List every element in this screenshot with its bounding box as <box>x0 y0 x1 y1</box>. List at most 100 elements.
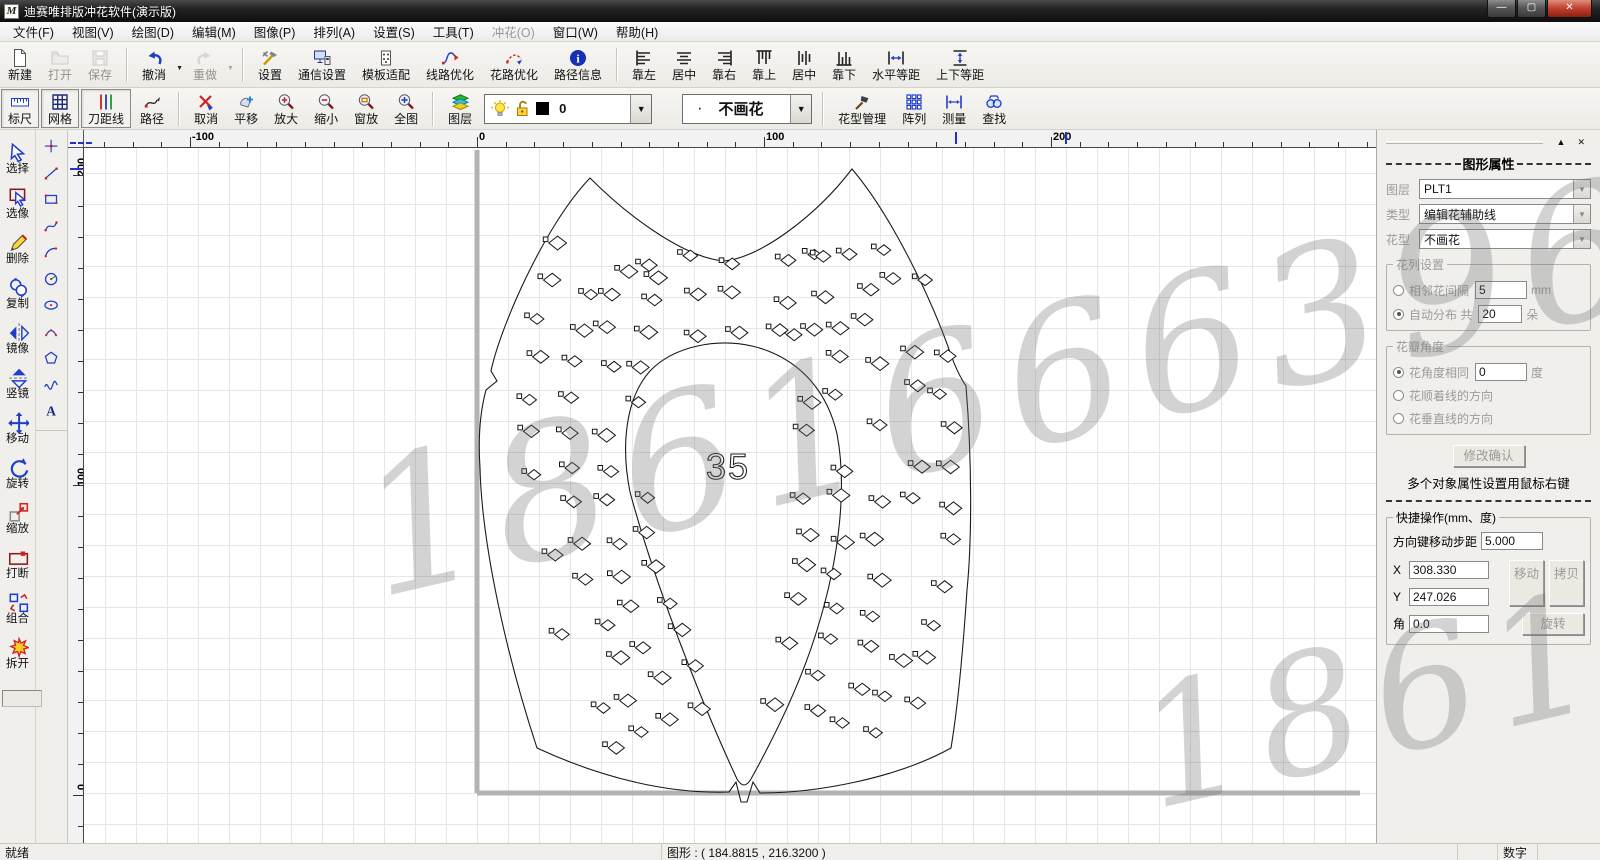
scale-tool[interactable]: 缩放 <box>0 496 35 541</box>
draw-point-tool[interactable] <box>36 134 67 161</box>
align-hcenter-button[interactable]: 居中 <box>665 45 703 84</box>
route-opt-button[interactable]: 线路优化 <box>419 45 481 84</box>
chevron-down-icon[interactable]: ▼ <box>630 95 651 123</box>
zoom-window-button[interactable]: 窗放 <box>347 89 385 128</box>
mirror-v-tool[interactable]: 竖镜 <box>0 361 35 406</box>
menu-help[interactable]: 帮助(H) <box>607 20 667 43</box>
measure-button[interactable]: 测量 <box>935 89 973 128</box>
menu-edit[interactable]: 编辑(M) <box>183 20 245 43</box>
angle-input[interactable] <box>1409 615 1489 633</box>
auto-distribute-radio[interactable] <box>1393 309 1404 320</box>
angle-value-input[interactable] <box>1475 363 1527 381</box>
array-grid-button[interactable]: 阵列 <box>895 89 933 128</box>
settings-tools-button[interactable]: 设置 <box>251 45 289 84</box>
menu-draw[interactable]: 绘图(D) <box>123 20 183 43</box>
copy-button[interactable]: 拷贝 <box>1549 560 1584 606</box>
mirror-h-tool[interactable]: 镜像 <box>0 316 35 361</box>
flower-type-select[interactable]: 不画花 ▼ <box>1419 229 1591 249</box>
menu-image[interactable]: 图像(P) <box>245 20 305 43</box>
select-arrow-tool[interactable]: 选择 <box>0 136 35 181</box>
cancel-button[interactable]: 取消 <box>187 89 225 128</box>
x-input[interactable] <box>1409 561 1489 579</box>
draw-rect-tool[interactable] <box>36 187 67 214</box>
draw-arc-tool[interactable] <box>36 240 67 267</box>
comm-settings-button[interactable]: 通信设置 <box>291 45 353 84</box>
chevron-down-icon[interactable]: ▼ <box>1573 180 1590 198</box>
chevron-down-icon[interactable]: ▼ <box>790 95 811 123</box>
zoom-out-button[interactable]: 缩小 <box>307 89 345 128</box>
path-info-button[interactable]: i路径信息 <box>547 45 609 84</box>
draw-line-icon <box>43 165 61 183</box>
same-angle-radio[interactable] <box>1393 367 1404 378</box>
pattern-manage-button[interactable]: 花型管理 <box>831 89 893 128</box>
minimize-button[interactable]: — <box>1487 0 1516 18</box>
y-input[interactable] <box>1409 588 1489 606</box>
template-fit-button[interactable]: 模板适配 <box>355 45 417 84</box>
path-arrow-button[interactable]: 路径 <box>133 89 171 128</box>
flower-count-input[interactable] <box>1478 305 1522 323</box>
break-tool[interactable]: 打断 <box>0 541 35 586</box>
panel-collapse-icon[interactable]: ▲ <box>1551 136 1572 148</box>
along-line-radio[interactable] <box>1393 390 1404 401</box>
chevron-down-icon[interactable]: ▼ <box>1573 230 1590 248</box>
pan-button[interactable]: 平移 <box>227 89 265 128</box>
drawing-surface[interactable]: 35 <box>84 148 1376 843</box>
undo-button[interactable]: 撤消 <box>135 45 173 84</box>
panel-close-icon[interactable]: ✕ <box>1571 136 1591 148</box>
align-left-button[interactable]: 靠左 <box>625 45 663 84</box>
flower-route-opt-button[interactable]: 花路优化 <box>483 45 545 84</box>
find-button[interactable]: 查找 <box>975 89 1013 128</box>
vspace-equal-button[interactable]: 上下等距 <box>929 45 991 84</box>
new-doc-button[interactable]: 新建 <box>1 45 39 84</box>
layer-select[interactable]: PLT1 ▼ <box>1419 179 1591 199</box>
menu-view[interactable]: 视图(V) <box>63 20 123 43</box>
vspace-equal-icon <box>950 47 970 68</box>
draw-spline-tool[interactable] <box>36 373 67 400</box>
ruler-button[interactable]: 标尺 <box>1 89 39 128</box>
menu-window[interactable]: 窗口(W) <box>544 20 607 43</box>
restore-button[interactable]: ▢ <box>1517 0 1546 18</box>
draw-arc3-tool[interactable] <box>36 320 67 347</box>
erase-tool[interactable]: 删除 <box>0 226 35 271</box>
menu-arrange[interactable]: 排列(A) <box>304 20 364 43</box>
menu-settings[interactable]: 设置(S) <box>364 20 424 43</box>
knife-lines-button[interactable]: 刀距线 <box>81 89 131 128</box>
align-bottom-button[interactable]: 靠下 <box>825 45 863 84</box>
draw-bezier-tool[interactable] <box>36 214 67 241</box>
align-top-button[interactable]: 靠上 <box>745 45 783 84</box>
chevron-down-icon[interactable]: ▼ <box>1573 205 1590 223</box>
draw-line-tool[interactable] <box>36 161 67 188</box>
draw-circle-tool[interactable] <box>36 267 67 294</box>
align-vcenter-button[interactable]: 居中 <box>785 45 823 84</box>
perpendicular-radio[interactable] <box>1393 413 1404 424</box>
flower-mode-combo[interactable]: ·不画花▼ <box>682 94 812 124</box>
move-tool[interactable]: 移动 <box>0 406 35 451</box>
align-right-button[interactable]: 靠右 <box>705 45 743 84</box>
menu-tools[interactable]: 工具(T) <box>424 20 483 43</box>
menu-punch[interactable]: 冲花(O) <box>483 20 544 43</box>
draw-polygon-tool[interactable] <box>36 346 67 373</box>
draw-ellipse-tool[interactable] <box>36 293 67 320</box>
type-select[interactable]: 编辑花辅助线 ▼ <box>1419 204 1591 224</box>
menu-file[interactable]: 文件(F) <box>4 20 63 43</box>
rotate-button[interactable]: 旋转 <box>1522 613 1584 635</box>
group-tool[interactable]: 组合 <box>0 586 35 631</box>
move-button[interactable]: 移动 <box>1509 560 1544 606</box>
grid-button[interactable]: 网格 <box>41 89 79 128</box>
confirm-modify-button[interactable]: 修改确认 <box>1453 445 1525 467</box>
select-image-tool[interactable]: 选像 <box>0 181 35 226</box>
step-input[interactable] <box>1481 532 1543 550</box>
pen-layer-combo[interactable]: 0▼ <box>484 94 652 124</box>
layers-button[interactable]: 图层 <box>441 89 479 128</box>
adjacent-spacing-radio[interactable] <box>1393 285 1404 296</box>
hspace-equal-button[interactable]: 水平等距 <box>865 45 927 84</box>
draw-text-tool[interactable]: A <box>36 399 67 426</box>
chevron-down-icon[interactable]: ▼ <box>176 57 183 72</box>
adjacent-spacing-input[interactable] <box>1475 281 1527 299</box>
rotate-tool[interactable]: 旋转 <box>0 451 35 496</box>
ungroup-tool[interactable]: 拆开 <box>0 631 35 676</box>
copy-tool[interactable]: 复制 <box>0 271 35 316</box>
zoom-all-button[interactable]: 全图 <box>387 89 425 128</box>
zoom-in-button[interactable]: 放大 <box>267 89 305 128</box>
close-button[interactable]: ✕ <box>1547 0 1592 18</box>
